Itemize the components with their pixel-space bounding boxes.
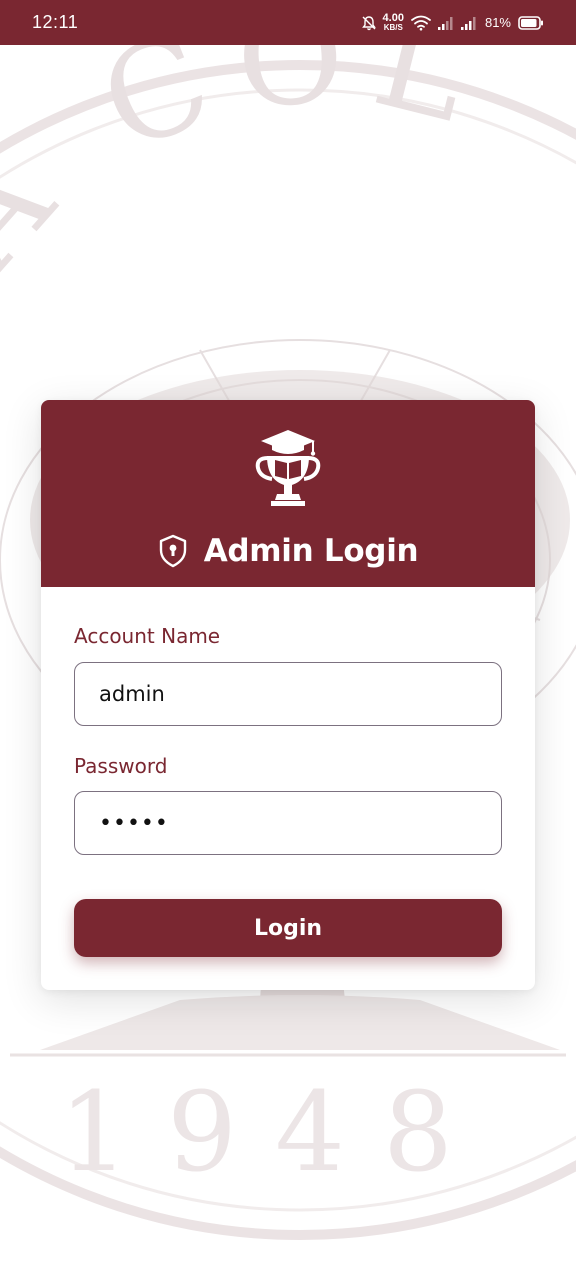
battery-percent: 81% xyxy=(484,15,511,30)
password-input[interactable]: ••••• xyxy=(74,791,502,855)
network-speed-value: 4.00 xyxy=(382,11,404,24)
signal-1-icon xyxy=(437,16,453,30)
status-icons: 4.00 KB/S 81% xyxy=(361,11,544,32)
network-speed-unit: KB/S xyxy=(383,22,403,32)
wifi-icon xyxy=(411,15,431,30)
login-card-header: Admin Login xyxy=(41,400,535,587)
account-name-label: Account Name xyxy=(74,624,221,648)
mute-bell-icon xyxy=(361,15,376,30)
network-speed: 4.00 KB/S xyxy=(382,11,404,32)
signal-2-icon xyxy=(460,16,476,30)
login-button[interactable]: Login xyxy=(74,899,502,957)
trophy-graduation-icon xyxy=(255,430,321,506)
status-bar: 12:11 4.00 KB/S 81% xyxy=(0,0,576,45)
login-card: Admin Login Account Name admin Password … xyxy=(41,400,535,990)
watermark-top-text: NA COL xyxy=(0,45,481,414)
password-label: Password xyxy=(74,754,168,778)
svg-text:NA COL: NA COL xyxy=(0,45,503,414)
watermark-year: 1948 xyxy=(59,1068,491,1196)
app-screen: 12:11 4.00 KB/S 81% COL 1948 Admin Login… xyxy=(0,0,576,1280)
page-title: Admin Login xyxy=(203,533,419,569)
account-name-input[interactable]: admin xyxy=(74,662,502,726)
shield-lock-icon xyxy=(159,534,186,568)
title-row: Admin Login xyxy=(41,533,535,569)
battery-icon xyxy=(518,15,543,30)
status-time: 12:11 xyxy=(32,12,79,32)
